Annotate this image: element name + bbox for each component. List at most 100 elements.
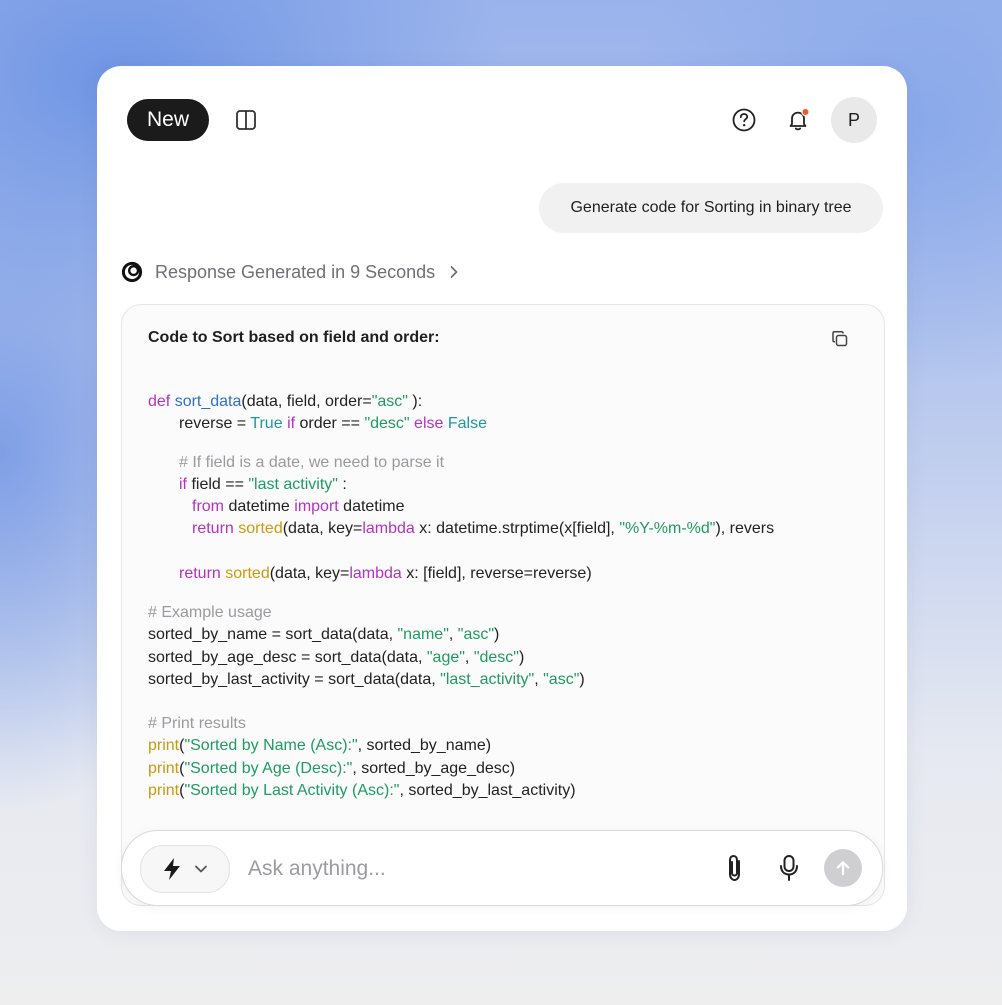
code-token: False <box>447 415 487 432</box>
code-line: return sorted(data, key=lambda x: [field… <box>179 563 592 585</box>
code-token: datetime <box>224 498 295 515</box>
code-line: if field == "last activity" : <box>179 474 347 496</box>
notifications-button[interactable] <box>783 105 813 135</box>
help-circle-icon <box>732 108 756 132</box>
composer <box>121 830 883 906</box>
code-token: sorted_by_age_desc = sort_data(data, <box>148 649 427 666</box>
code-line: # Example usage <box>148 602 272 624</box>
code-line: reverse = True if order == "desc" else F… <box>179 413 487 435</box>
code-line: # If field is a date, we need to parse i… <box>179 452 444 474</box>
code-line: sorted_by_last_activity = sort_data(data… <box>148 669 585 691</box>
code-token: lambda <box>349 565 402 582</box>
code-token: "age" <box>426 649 465 666</box>
code-token: ) <box>518 649 525 666</box>
code-token: datetime <box>338 498 405 515</box>
code-token: def <box>148 393 175 410</box>
send-button[interactable] <box>824 849 862 887</box>
code-line: def sort_data(data, field, order="asc" )… <box>148 391 422 413</box>
copy-code-button[interactable] <box>828 327 852 351</box>
code-line: print("Sorted by Age (Desc):", sorted_by… <box>148 758 515 780</box>
code-token: return <box>179 565 221 582</box>
code-token: ) <box>579 671 585 688</box>
new-chat-button[interactable]: New <box>127 99 209 141</box>
code-token: x: [field], reverse=reverse) <box>401 565 592 582</box>
code-token: (data, key= <box>282 520 363 537</box>
chevron-right-icon <box>449 265 459 279</box>
notification-dot <box>801 107 810 117</box>
code-token: x: datetime.strptime(x[field], <box>414 520 620 537</box>
code-token: "Sorted by Name (Asc):" <box>184 737 358 754</box>
code-token: True <box>250 415 283 432</box>
help-button[interactable] <box>729 105 759 135</box>
chat-card: New P Generate code for Sorting in binar… <box>97 66 907 931</box>
code-token: print <box>148 760 180 777</box>
mode-selector-button[interactable] <box>140 845 230 893</box>
arrow-up-icon <box>836 861 850 876</box>
code-token: order == <box>295 415 365 432</box>
code-token: # If field is a date, we need to parse i… <box>179 454 445 471</box>
code-token: "asc" <box>371 393 408 410</box>
code-token: ): <box>407 393 423 410</box>
code-token: lambda <box>362 520 415 537</box>
code-title: Code to Sort based on field and order: <box>148 329 440 346</box>
code-token: print <box>148 737 180 754</box>
response-status[interactable]: Response Generated in 9 Seconds <box>121 259 459 285</box>
code-token: "desc" <box>473 649 519 666</box>
code-token: # Print results <box>148 715 246 732</box>
code-line: from datetime import datetime <box>192 496 405 518</box>
code-line: sorted_by_age_desc = sort_data(data, "ag… <box>148 647 524 669</box>
microphone-button[interactable] <box>774 851 804 885</box>
paperclip-icon <box>729 854 740 882</box>
code-token: if <box>179 476 187 493</box>
code-token: ) <box>494 626 500 643</box>
code-token: ), revers <box>715 520 775 537</box>
code-token: "last activity" <box>248 476 338 493</box>
code-line: # Print results <box>148 713 246 735</box>
code-token: , <box>448 626 458 643</box>
chevron-down-icon <box>195 865 207 873</box>
code-panel: Code to Sort based on field and order: d… <box>121 304 885 906</box>
code-token: "Sorted by Last Activity (Asc):" <box>184 782 400 799</box>
code-token: "last_activity" <box>440 671 535 688</box>
code-line: print("Sorted by Last Activity (Asc):", … <box>148 780 576 802</box>
attach-button[interactable] <box>720 851 750 885</box>
code-token: return <box>192 520 234 537</box>
code-token: from <box>192 498 224 515</box>
code-token: "name" <box>397 626 449 643</box>
code-token: "desc" <box>364 415 410 432</box>
sidebar-toggle-button[interactable] <box>231 105 261 135</box>
code-token: field == <box>187 476 249 493</box>
spinner-logo-icon <box>121 261 143 283</box>
code-line: sorted_by_name = sort_data(data, "name",… <box>148 624 499 646</box>
microphone-icon <box>780 855 798 881</box>
code-token: , sorted_by_age_desc) <box>352 760 516 777</box>
copy-icon <box>832 331 848 347</box>
code-token: sorted <box>225 565 270 582</box>
code-token: , sorted_by_last_activity) <box>399 782 576 799</box>
code-token: print <box>148 782 180 799</box>
code-token: import <box>294 498 339 515</box>
bell-icon <box>789 107 810 131</box>
code-token: # Example usage <box>148 604 272 621</box>
code-token: "Sorted by Age (Desc):" <box>184 760 353 777</box>
code-token: "%Y-%m-%d" <box>619 520 716 537</box>
response-status-label: Response Generated in 9 Seconds <box>155 261 436 282</box>
user-message: Generate code for Sorting in binary tree <box>539 183 883 233</box>
code-token: "asc" <box>457 626 495 643</box>
code-token: "asc" <box>543 671 580 688</box>
code-token: sorted <box>238 520 283 537</box>
code-token: sorted_by_last_activity = sort_data(data… <box>148 671 441 688</box>
sidebar-toggle-icon <box>236 110 256 130</box>
bolt-icon <box>164 858 180 880</box>
code-token: reverse = <box>179 415 251 432</box>
code-token: : <box>337 476 347 493</box>
ask-input[interactable] <box>246 849 690 889</box>
user-avatar[interactable]: P <box>831 97 877 143</box>
code-token: sorted_by_name = sort_data(data, <box>148 626 398 643</box>
code-token: else <box>414 415 444 432</box>
code-token: , <box>534 671 544 688</box>
code-token: , <box>464 649 474 666</box>
code-token: sort_data <box>174 393 242 410</box>
code-token: if <box>287 415 296 432</box>
code-token: (data, field, order= <box>241 393 372 410</box>
